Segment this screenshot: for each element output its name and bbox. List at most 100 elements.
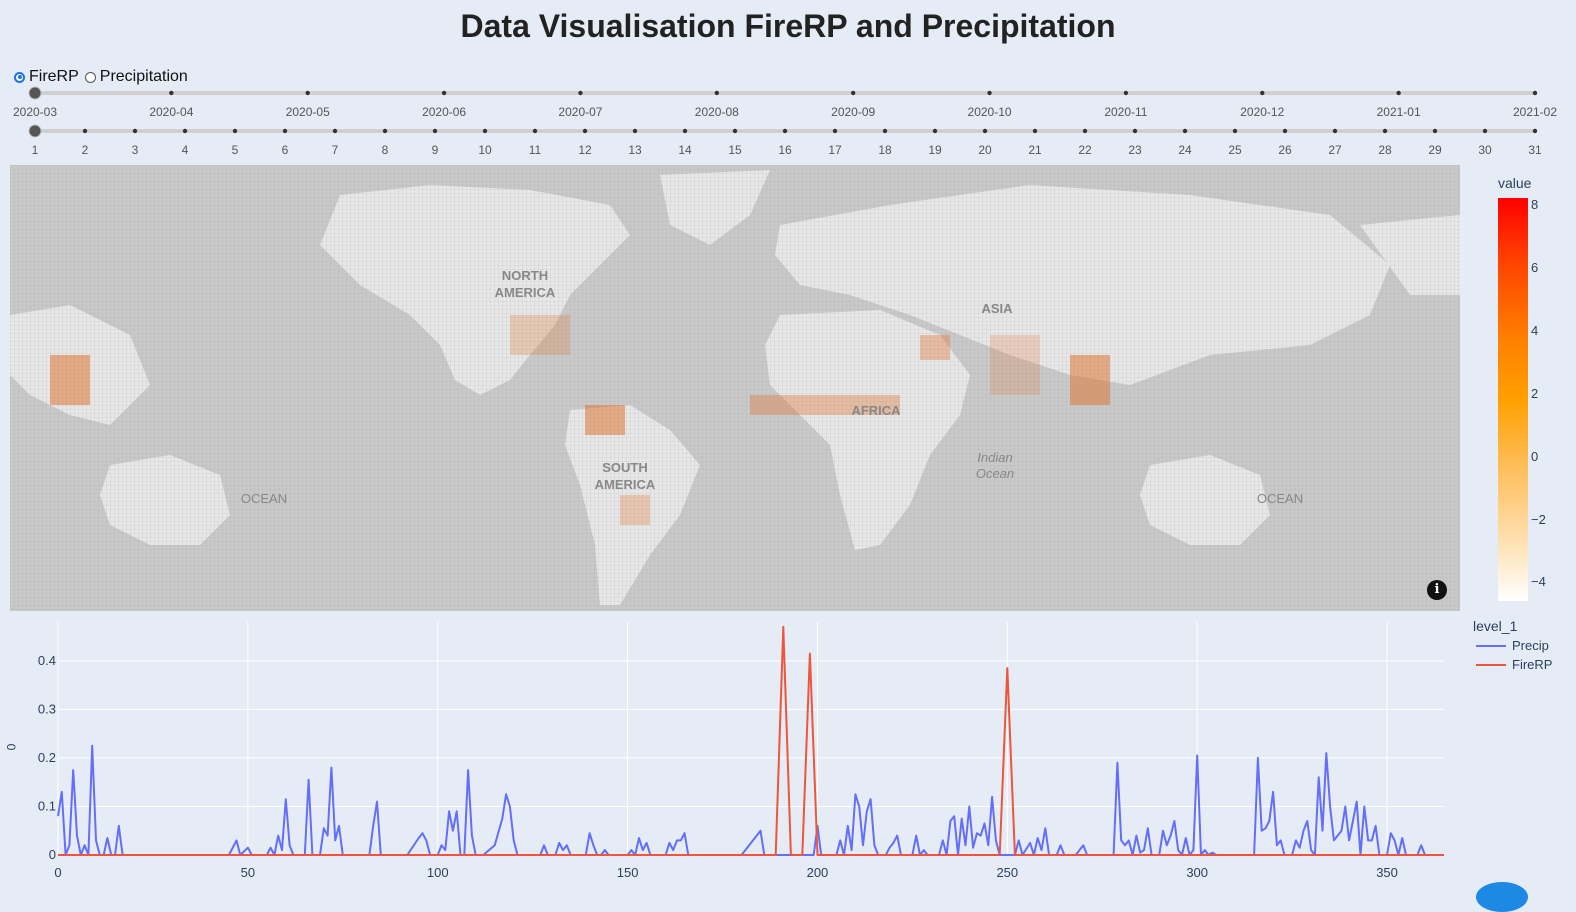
day-slider-tick[interactable] — [432, 128, 438, 134]
legend-label-precip: Precip — [1512, 638, 1549, 653]
day-slider-label: 4 — [182, 143, 189, 157]
day-slider-tick[interactable] — [332, 128, 338, 134]
month-slider-label: 2020-03 — [13, 105, 57, 119]
map-label-ocean-right: OCEAN — [1257, 491, 1303, 506]
month-slider[interactable]: 2020-03 2020-04 2020-05 2020-06 2020-07 2020-… — [0, 86, 1576, 126]
day-slider-tick[interactable] — [532, 128, 538, 134]
month-slider-tick[interactable] — [1123, 90, 1129, 96]
chart-x-tick-label: 250 — [996, 865, 1018, 880]
day-slider-tick[interactable] — [1232, 128, 1238, 134]
day-slider-label: 6 — [282, 143, 289, 157]
month-slider-tick[interactable] — [305, 90, 310, 96]
day-slider-label: 23 — [1128, 143, 1142, 157]
day-slider-label: 14 — [678, 143, 692, 157]
month-slider-label: 2020-07 — [558, 105, 602, 119]
map-label-south-america-2: AMERICA — [595, 477, 656, 492]
day-slider-label: 9 — [432, 143, 439, 157]
day-slider-tick[interactable] — [582, 128, 588, 134]
day-slider-tick[interactable] — [1332, 128, 1338, 134]
day-slider-tick[interactable] — [882, 128, 888, 134]
colorbar-tick-label: 2 — [1531, 386, 1539, 401]
chart-x-tick-label: 300 — [1186, 865, 1208, 880]
month-slider-handle[interactable] — [28, 86, 42, 100]
day-slider-tick[interactable] — [932, 128, 938, 134]
map-info-button[interactable]: i — [1427, 580, 1447, 600]
day-slider-tick[interactable] — [1482, 128, 1488, 134]
chart-x-tick-label: 350 — [1376, 865, 1398, 880]
day-slider-tick[interactable] — [282, 128, 288, 134]
timeseries-chart[interactable]: 0 50 100 150 200 250 300 350 0 0.1 0.2 0.3 0.4 — [0, 612, 1470, 894]
chart-x-tick-label: 100 — [427, 865, 449, 880]
month-slider-label: 2021-02 — [1513, 105, 1557, 119]
month-slider-tick[interactable] — [441, 90, 447, 96]
day-slider-tick[interactable] — [1382, 128, 1388, 134]
month-slider-tick[interactable] — [169, 90, 174, 96]
day-slider-tick[interactable] — [1032, 128, 1038, 134]
day-slider-tick[interactable] — [682, 128, 688, 134]
day-slider-tick[interactable] — [232, 128, 238, 134]
day-slider-label: 28 — [1378, 143, 1392, 157]
day-slider-label: 13 — [628, 143, 642, 157]
day-slider-tick[interactable] — [632, 128, 638, 134]
day-slider-tick[interactable] — [1282, 128, 1288, 134]
month-slider-tick[interactable] — [1532, 90, 1538, 96]
day-slider-tick[interactable] — [182, 128, 188, 134]
month-slider-tick[interactable] — [578, 90, 583, 96]
day-slider-label: 22 — [1078, 143, 1092, 157]
map-label-asia: ASIA — [981, 301, 1013, 316]
page-title: Data Visualisation FireRP and Precipitat… — [460, 8, 1116, 44]
month-slider-tick[interactable] — [714, 90, 720, 96]
day-slider-tick[interactable] — [132, 128, 138, 134]
map-label-ocean-left: OCEAN — [241, 491, 287, 506]
month-slider-label: 2020-10 — [968, 105, 1012, 119]
day-slider-label: 3 — [132, 143, 139, 157]
month-slider-label: 2020-11 — [1104, 105, 1147, 119]
chart-y-tick-label: 0.3 — [38, 701, 56, 716]
chart-x-tick-label: 150 — [617, 865, 639, 880]
day-slider-tick[interactable] — [732, 128, 738, 134]
hotspot — [50, 355, 90, 405]
radio-firerp[interactable]: FireRP — [14, 68, 79, 86]
day-slider-tick[interactable] — [1432, 128, 1438, 134]
day-slider-tick[interactable] — [1132, 128, 1138, 134]
day-slider-label: 24 — [1178, 143, 1192, 157]
day-slider-tick[interactable] — [1532, 128, 1538, 134]
day-slider-handle[interactable] — [28, 124, 42, 138]
month-slider-label: 2020-04 — [149, 105, 193, 119]
floating-action-button[interactable] — [1476, 882, 1528, 912]
radio-firerp-dot[interactable] — [14, 71, 25, 83]
day-slider-label: 7 — [332, 143, 339, 157]
map-label-north-america-2: AMERICA — [495, 285, 556, 300]
day-slider[interactable]: 1 2 3 4 5 6 7 8 9 10 11 12 13 14 15 16 17 18 19 20 21 22 23 24 2… — [0, 124, 1576, 164]
day-slider-tick[interactable] — [1182, 128, 1188, 134]
day-slider-label: 29 — [1428, 143, 1442, 157]
day-slider-tick[interactable] — [482, 128, 488, 134]
day-slider-tick[interactable] — [82, 128, 88, 134]
variable-radio-group[interactable]: FireRP Precipitation — [14, 68, 194, 86]
legend-title: level_1 — [1473, 618, 1518, 634]
month-slider-tick[interactable] — [1260, 90, 1265, 96]
day-slider-tick[interactable] — [1082, 128, 1088, 134]
day-slider-label: 10 — [478, 143, 492, 157]
map-label-indian-ocean-1: Indian — [977, 450, 1012, 465]
day-slider-tick[interactable] — [382, 128, 388, 134]
month-slider-label: 2020-05 — [286, 105, 330, 119]
day-slider-label: 20 — [978, 143, 992, 157]
day-slider-tick[interactable] — [832, 128, 838, 134]
month-slider-tick[interactable] — [1396, 90, 1401, 96]
chart-y-tick-label: 0.4 — [38, 653, 56, 668]
hotspot — [585, 405, 625, 435]
world-map[interactable]: NORTH AMERICA SOUTH AMERICA AFRICA ASIA … — [10, 165, 1460, 611]
month-slider-tick[interactable] — [850, 90, 856, 96]
day-slider-label: 19 — [928, 143, 942, 157]
legend-item-firerp[interactable]: FireRP — [1476, 657, 1552, 672]
legend-item-precip[interactable]: Precip — [1476, 638, 1549, 653]
chart-y-tick-label: 0.2 — [38, 750, 56, 765]
month-slider-tick[interactable] — [987, 90, 992, 96]
month-slider-label: 2020-06 — [422, 105, 466, 119]
radio-precipitation[interactable]: Precipitation — [84, 68, 188, 86]
day-slider-tick[interactable] — [982, 128, 988, 134]
radio-precipitation-dot[interactable] — [84, 71, 96, 83]
map-label-south-america-1: SOUTH — [602, 460, 648, 475]
day-slider-tick[interactable] — [782, 128, 788, 134]
